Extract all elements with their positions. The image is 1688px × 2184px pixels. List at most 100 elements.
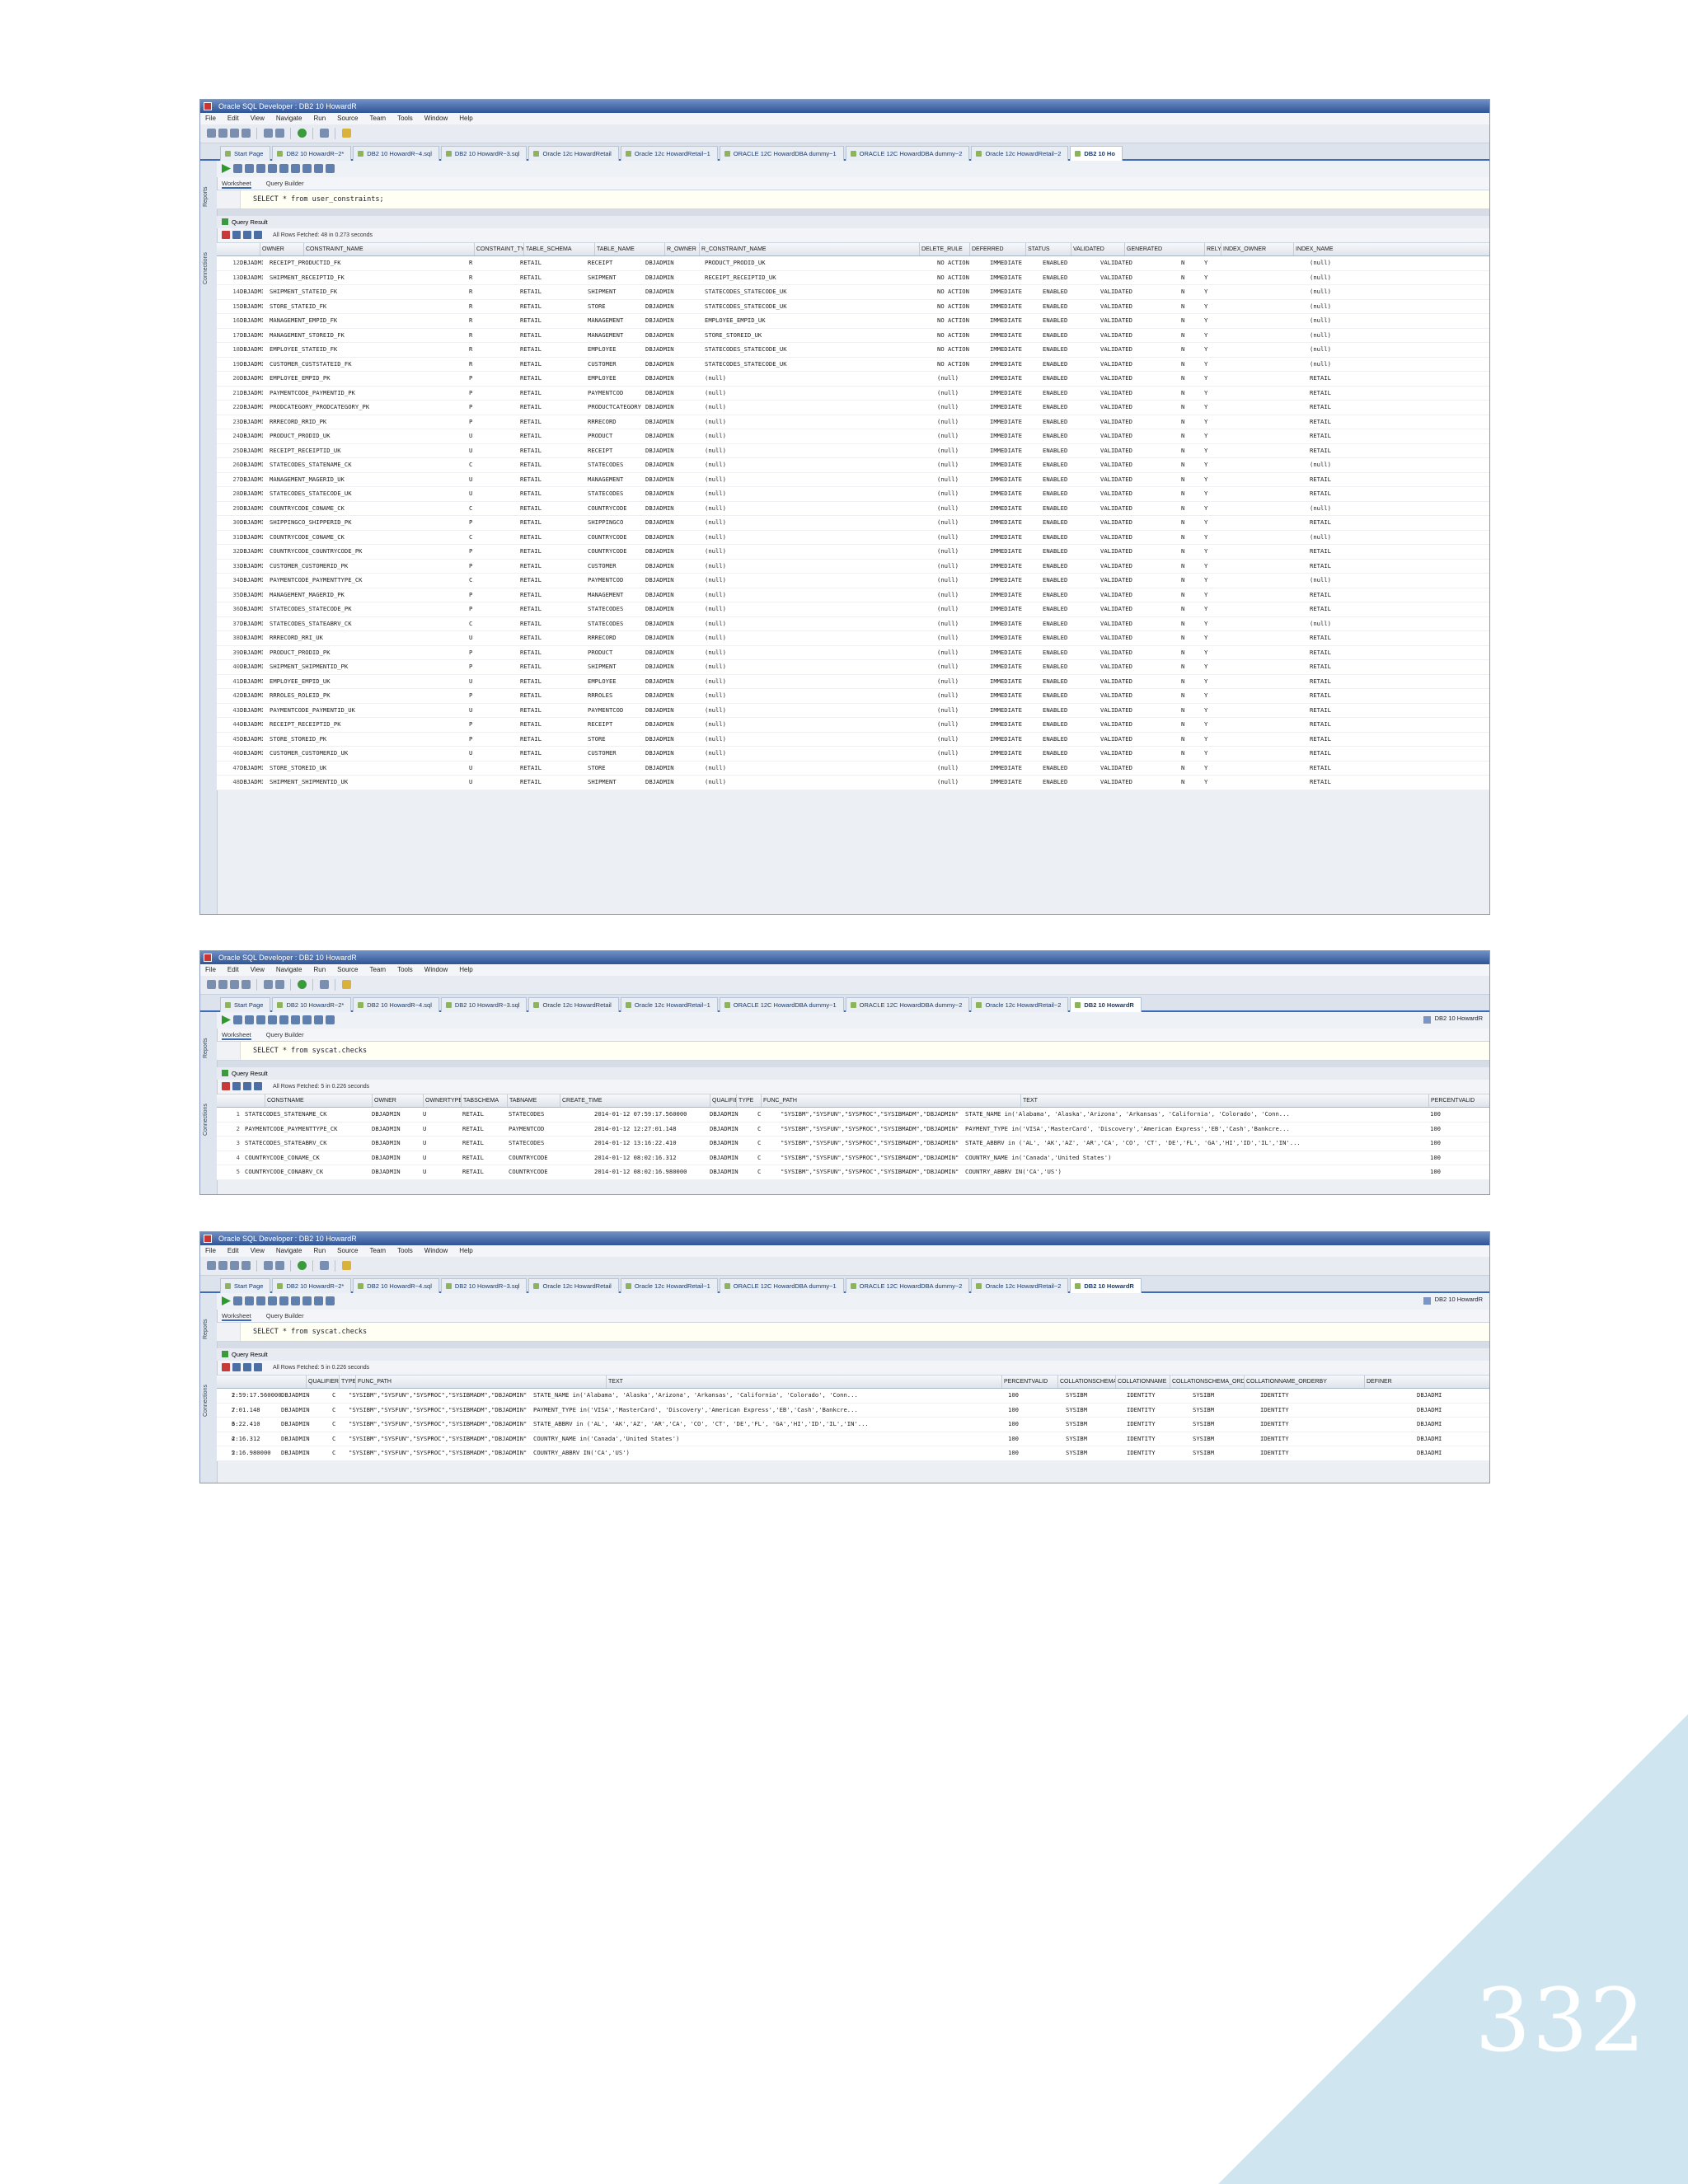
sql-icon[interactable] — [254, 1363, 262, 1371]
table-row[interactable]: 47DBJADMINSTORE_STOREID_UKURETAILSTOREDB… — [217, 762, 1489, 776]
column-header[interactable]: PERCENTVALID — [1428, 1094, 1478, 1107]
table-row[interactable]: 5 2:16.980000 DBJADMIN C "SYSIBM","SYSFUN","… — [217, 1446, 1489, 1461]
menu-item-view[interactable]: View — [251, 1247, 265, 1254]
new-icon[interactable] — [207, 980, 216, 989]
side-tab-connections[interactable]: Connections — [203, 252, 209, 284]
menu-item-view[interactable]: View — [251, 115, 265, 122]
column-header[interactable]: STATUS — [1025, 243, 1071, 255]
editor-tab[interactable]: DB2 10 HowardR — [1070, 1278, 1142, 1293]
debug-icon[interactable] — [320, 980, 329, 989]
save-icon[interactable] — [230, 1261, 239, 1270]
menu-item-source[interactable]: Source — [337, 1247, 358, 1254]
subtab-worksheet[interactable]: Worksheet — [222, 1312, 251, 1321]
editor-tab[interactable]: Oracle 12c HowardRetail — [528, 997, 619, 1012]
editor-tab[interactable]: ORACLE 12C HowardDBA dummy~1 — [719, 997, 844, 1012]
subtab-query-builder[interactable]: Query Builder — [266, 180, 304, 187]
editor-tab[interactable]: ORACLE 12C HowardDBA dummy~1 — [719, 1278, 844, 1293]
commit-icon[interactable] — [245, 1015, 254, 1024]
column-header[interactable]: INDEX_OWNER — [1221, 243, 1293, 255]
explain-icon[interactable] — [279, 1296, 288, 1305]
menu-item-run[interactable]: Run — [313, 1247, 326, 1254]
export-icon[interactable] — [243, 1363, 251, 1371]
subtab-query-builder[interactable]: Query Builder — [266, 1031, 304, 1038]
subtab-query-builder[interactable]: Query Builder — [266, 1312, 304, 1319]
table-row[interactable]: 28DBJADMINSTATECODES_STATECODE_UKURETAIL… — [217, 487, 1489, 502]
table-row[interactable]: 41DBJADMINEMPLOYEE_EMPID_UKURETAILEMPLOY… — [217, 675, 1489, 689]
back-icon[interactable] — [264, 129, 273, 138]
pin-icon[interactable] — [222, 1082, 230, 1090]
menu-item-file[interactable]: File — [205, 115, 216, 122]
table-row[interactable]: 17DBJADMINMANAGEMENT_STOREID_FKRRETAILMA… — [217, 329, 1489, 343]
editor-tab[interactable]: DB2 10 HowardR~3.sql — [440, 146, 528, 161]
run-icon[interactable] — [298, 980, 307, 989]
export-icon[interactable] — [243, 1082, 251, 1090]
format-icon[interactable] — [314, 164, 323, 173]
db-icon[interactable] — [342, 980, 351, 989]
splitter-bar[interactable] — [217, 1061, 1489, 1067]
column-header[interactable]: TABSCHEMA — [461, 1094, 507, 1107]
editor-tab[interactable]: ORACLE 12C HowardDBA dummy~2 — [845, 1278, 970, 1293]
editor-tab[interactable]: DB2 10 HowardR~4.sql — [353, 997, 439, 1012]
save-icon[interactable] — [230, 980, 239, 989]
table-row[interactable]: 39DBJADMINPRODUCT_PRODID_PKPRETAILPRODUC… — [217, 646, 1489, 660]
refresh-icon[interactable] — [232, 1082, 241, 1090]
table-row[interactable]: 45DBJADMINSTORE_STOREID_PKPRETAILSTOREDB… — [217, 733, 1489, 747]
history-icon[interactable] — [302, 1015, 312, 1024]
table-row[interactable]: 35DBJADMINMANAGEMENT_MAGERID_PKPRETAILMA… — [217, 588, 1489, 602]
table-row[interactable]: 32DBJADMINCOUNTRYCODE_COUNTRYCODE_PKPRET… — [217, 545, 1489, 560]
menu-item-tools[interactable]: Tools — [397, 115, 413, 122]
table-row[interactable]: 36DBJADMINSTATECODES_STATECODE_PKPRETAIL… — [217, 602, 1489, 617]
menu-item-window[interactable]: Window — [424, 966, 448, 973]
sql-icon[interactable] — [254, 1082, 262, 1090]
menu-item-view[interactable]: View — [251, 966, 265, 973]
run-icon[interactable] — [298, 1261, 307, 1270]
splitter-bar[interactable] — [217, 1342, 1489, 1348]
column-header[interactable]: FUNC_PATH — [355, 1376, 606, 1388]
column-header[interactable]: R_CONSTRAINT_NAME — [699, 243, 919, 255]
run-script-icon[interactable] — [233, 164, 242, 173]
clear-icon[interactable] — [291, 1015, 300, 1024]
column-header[interactable]: TEXT — [606, 1376, 1001, 1388]
subtab-worksheet[interactable]: Worksheet — [222, 1031, 251, 1040]
sql-editor[interactable]: SELECT * from syscat.checks — [217, 1323, 1489, 1342]
editor-tab[interactable]: Start Page — [220, 997, 271, 1012]
column-header[interactable]: TABLE_NAME — [594, 243, 664, 255]
column-header[interactable]: CONSTRAINT_TYPE — [474, 243, 523, 255]
back-icon[interactable] — [264, 1261, 273, 1270]
table-row[interactable]: 5 COUNTRYCODE_CONABRV_CK DBJADMIN U RETAIL CO… — [217, 1165, 1489, 1180]
column-header[interactable]: RELY — [1204, 243, 1221, 255]
forward-icon[interactable] — [275, 980, 284, 989]
column-header[interactable]: DELETE_RULE — [919, 243, 969, 255]
explain-icon[interactable] — [279, 1015, 288, 1024]
connection-selector[interactable]: DB2 10 HowardR — [1423, 1296, 1483, 1305]
column-header[interactable]: TYPE — [339, 1376, 355, 1388]
editor-tab[interactable]: Oracle 12c HowardRetail — [528, 1278, 619, 1293]
find-icon[interactable] — [326, 1015, 335, 1024]
splitter-bar[interactable] — [217, 209, 1489, 216]
db-icon[interactable] — [342, 129, 351, 138]
column-header[interactable]: CREATE_TIME — [560, 1094, 710, 1107]
table-row[interactable]: 24DBJADMINPRODUCT_PRODID_UKURETAILPRODUC… — [217, 429, 1489, 444]
find-icon[interactable] — [326, 164, 335, 173]
table-row[interactable]: 19DBJADMINCUSTOMER_CUSTSTATEID_FKRRETAIL… — [217, 358, 1489, 372]
editor-tab[interactable]: DB2 10 HowardR~4.sql — [353, 146, 439, 161]
editor-tab[interactable]: DB2 10 HowardR~2* — [272, 1278, 352, 1293]
menu-item-run[interactable]: Run — [313, 115, 326, 122]
run-script-icon[interactable] — [233, 1015, 242, 1024]
editor-tab[interactable]: DB2 10 HowardR — [1070, 997, 1142, 1012]
column-header[interactable]: CONSTRAINT_NAME — [303, 243, 474, 255]
editor-tab[interactable]: ORACLE 12C HowardDBA dummy~2 — [845, 997, 970, 1012]
table-row[interactable]: 2 7:01.148 DBJADMIN C "SYSIBM","SYSFUN","SYS… — [217, 1404, 1489, 1418]
menu-item-source[interactable]: Source — [337, 115, 358, 122]
db-icon[interactable] — [342, 1261, 351, 1270]
column-header[interactable]: R_OWNER — [664, 243, 699, 255]
side-tab-reports[interactable]: Reports — [203, 1319, 209, 1339]
table-row[interactable]: 44DBJADMINRECEIPT_RECEIPTID_PKPRETAILREC… — [217, 718, 1489, 733]
table-row[interactable]: 30DBJADMINSHIPPINGCO_SHIPPERID_PKPRETAIL… — [217, 516, 1489, 531]
refresh-icon[interactable] — [232, 231, 241, 239]
subtab-worksheet[interactable]: Worksheet — [222, 180, 251, 189]
table-row[interactable]: 40DBJADMINSHIPMENT_SHIPMENTID_PKPRETAILS… — [217, 660, 1489, 675]
table-row[interactable]: 29DBJADMINCOUNTRYCODE_CONAME_CKCRETAILCO… — [217, 502, 1489, 516]
menu-item-file[interactable]: File — [205, 1247, 216, 1254]
editor-tab[interactable]: Oracle 12c HowardRetail~2 — [971, 146, 1069, 161]
